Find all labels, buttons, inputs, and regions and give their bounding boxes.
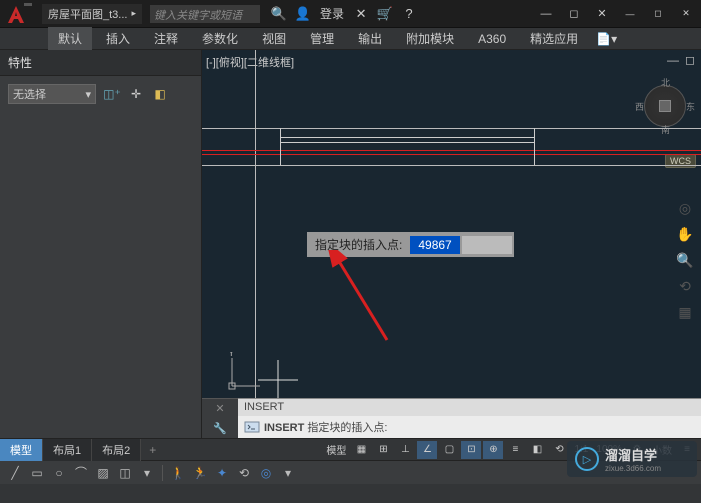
restore-button[interactable]: ◻ — [563, 5, 585, 23]
ribbon-tab-manage[interactable]: 管理 — [300, 27, 344, 50]
status-tran-icon[interactable]: ◧ — [527, 441, 547, 459]
app-close-button[interactable]: ✕ — [591, 5, 613, 23]
chevron-down-icon: ▾ — [85, 88, 91, 101]
cart-icon[interactable]: 🛒 — [378, 7, 392, 21]
select-icon[interactable]: ✛ — [128, 86, 144, 102]
file-name[interactable]: 房屋平面图_t3...▸ — [42, 4, 142, 24]
doc-restore-button[interactable]: ◻ — [647, 5, 669, 23]
tool-rect-icon[interactable]: ▭ — [28, 464, 46, 482]
ribbon-tab-addin[interactable]: 附加模块 — [396, 27, 464, 50]
sheet-tab-layout1[interactable]: 布局1 — [43, 439, 92, 461]
cmd-close-icon[interactable]: ✕ — [202, 399, 238, 419]
status-dyn-icon[interactable]: ⊕ — [483, 441, 503, 459]
tool-orbit2-icon[interactable]: ⟲ — [235, 464, 253, 482]
tool-extra-icon[interactable]: ▾ — [279, 464, 297, 482]
dynamic-input: 指定块的插入点: 49867 — [307, 232, 514, 257]
tool-line-icon[interactable]: ╱ — [6, 464, 24, 482]
status-otrack-icon[interactable]: ⊡ — [461, 441, 481, 459]
ribbon-tabs: 默认 插入 注释 参数化 视图 管理 输出 附加模块 A360 精选应用 📄▾ — [0, 28, 701, 50]
search-icon[interactable]: 🔍 — [272, 7, 286, 21]
crosshair-cursor — [258, 360, 298, 400]
help-icon[interactable]: ? — [402, 7, 416, 21]
doc-close-button[interactable]: ✕ — [675, 5, 697, 23]
dynamic-input-value[interactable]: 49867 — [410, 236, 459, 254]
tool-walk-icon[interactable]: 🚶 — [169, 464, 187, 482]
chevron-right-icon: ▸ — [131, 8, 136, 19]
properties-panel: 特性 无选择▾ ◫⁺ ✛ ◧ — [0, 50, 202, 438]
tool-more-icon[interactable]: ▾ — [138, 464, 156, 482]
quick-select-icon[interactable]: ◫⁺ — [104, 86, 120, 102]
add-layout-button[interactable]: + — [141, 441, 164, 459]
tool-hatch-icon[interactable]: ▨ — [94, 464, 112, 482]
svg-text:Y: Y — [228, 352, 235, 359]
watermark: ▷ 溜溜自学 zixue.3d66.com — [567, 441, 697, 477]
drawing-area[interactable]: [-][俯视][二维线框] — ◻ 北 南 东 西 WCS ◎ ✋ 🔍 ⟲ ▦ — [202, 50, 701, 438]
status-grid-icon[interactable]: ▦ — [351, 441, 371, 459]
status-lwt-icon[interactable]: ≡ — [505, 441, 525, 459]
login-link[interactable]: 登录 — [320, 5, 344, 22]
command-icon — [244, 419, 260, 435]
sheet-tab-model[interactable]: 模型 — [0, 439, 43, 461]
doc-minimize-button[interactable]: — — [619, 5, 641, 23]
status-model[interactable]: 模型 — [323, 441, 349, 459]
title-bar: 房屋平面图_t3...▸ 键入关键字或短语 🔍 👤 登录 ✕ 🛒 ? — ◻ ✕… — [0, 0, 701, 28]
quick-props-icon[interactable]: ◧ — [152, 86, 168, 102]
tool-fly-icon[interactable]: ✦ — [213, 464, 231, 482]
dynamic-input-secondary[interactable] — [462, 236, 512, 254]
properties-title: 特性 — [0, 50, 201, 76]
user-icon[interactable]: 👤 — [296, 7, 310, 21]
tool-arc-icon[interactable]: ⌒ — [72, 464, 90, 482]
status-polar-icon[interactable]: ∠ — [417, 441, 437, 459]
command-history[interactable]: INSERT — [238, 398, 701, 416]
exchange-icon[interactable]: ✕ — [354, 7, 368, 21]
ribbon-tab-output[interactable]: 输出 — [348, 27, 392, 50]
tool-run-icon[interactable]: 🏃 — [191, 464, 209, 482]
search-input[interactable]: 键入关键字或短语 — [150, 5, 260, 23]
cmd-settings-icon[interactable]: 🔧 — [202, 419, 238, 439]
ribbon-overflow-icon[interactable]: 📄▾ — [596, 32, 617, 46]
dynamic-prompt-text: 指定块的插入点: — [309, 234, 408, 255]
status-ortho-icon[interactable]: ⊥ — [395, 441, 415, 459]
minimize-button[interactable]: — — [535, 5, 557, 23]
tool-target-icon[interactable]: ◎ — [257, 464, 275, 482]
command-input[interactable]: INSERT 指定块的插入点: — [238, 416, 701, 438]
ribbon-tab-featured[interactable]: 精选应用 — [520, 27, 588, 50]
tool-circle-icon[interactable]: ○ — [50, 464, 68, 482]
selection-dropdown[interactable]: 无选择▾ — [8, 84, 96, 104]
sheet-tab-layout2[interactable]: 布局2 — [92, 439, 141, 461]
ribbon-tab-view[interactable]: 视图 — [252, 27, 296, 50]
watermark-logo-icon: ▷ — [575, 447, 599, 471]
ribbon-tab-a360[interactable]: A360 — [468, 29, 516, 49]
status-osnap-icon[interactable]: ▢ — [439, 441, 459, 459]
app-logo[interactable] — [4, 3, 36, 25]
ribbon-tab-default[interactable]: 默认 — [48, 27, 92, 50]
tool-region-icon[interactable]: ◫ — [116, 464, 134, 482]
ribbon-tab-insert[interactable]: 插入 — [96, 27, 140, 50]
command-line: ✕ 🔧 INSERT INSERT 指定块的插入点: — [202, 398, 701, 438]
ribbon-tab-parametric[interactable]: 参数化 — [192, 27, 248, 50]
ribbon-tab-annotate[interactable]: 注释 — [144, 27, 188, 50]
status-snap-icon[interactable]: ⊞ — [373, 441, 393, 459]
